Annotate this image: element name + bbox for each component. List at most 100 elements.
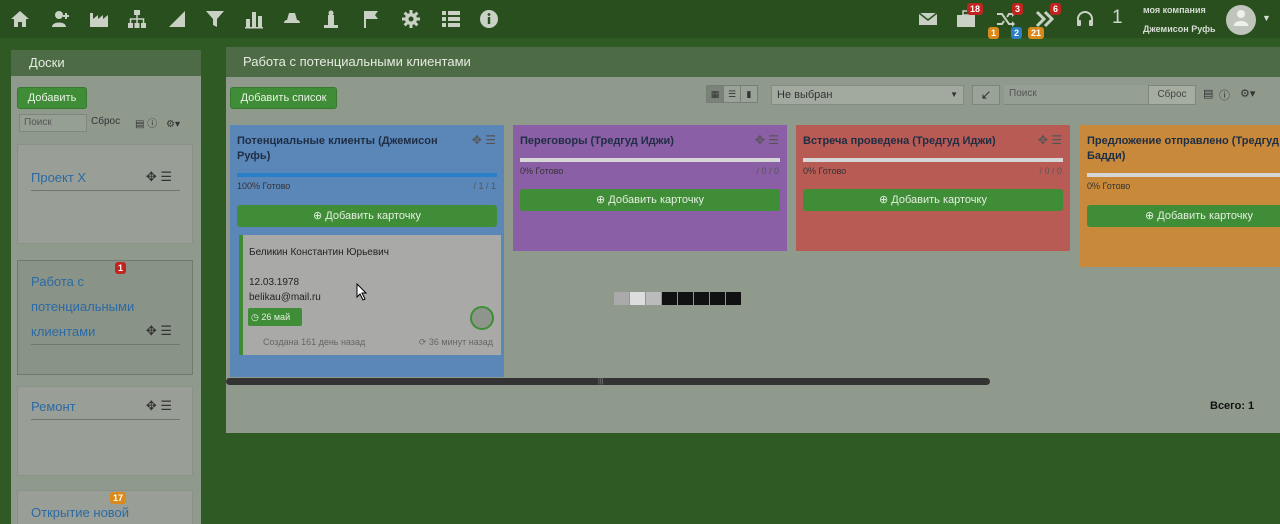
board-divider [31,419,180,420]
boards-panel-title: Доски [11,50,201,76]
refresh-icon: ⟳ [418,337,429,347]
sliders-icon[interactable]: ☰ [768,133,779,147]
briefcase-badge: 18 [967,3,984,15]
column-count: / 1 / 1 [473,181,496,191]
add-card-button[interactable]: ⊕ Добавить карточку [237,205,497,227]
boards-panel: Доски Добавить Поиск Сброс ▤ ⓘ ⚙▾ Проект… [11,50,201,524]
info-icon[interactable] [478,8,500,30]
boards-search-input[interactable]: Поиск [19,114,87,132]
board-name[interactable]: Открытие новой [31,500,129,524]
shuffle-sub-badge: 2 [1011,27,1023,39]
home-icon[interactable] [9,8,31,30]
kanban-column: Переговоры (Тредгуд Иджи) ✥ ☰ 0% Готово … [513,125,787,251]
forward-badge: 6 [1050,3,1062,15]
add-card-label: Добавить карточку [891,194,987,206]
board-divider [31,190,180,191]
board-title: Работа с потенциальными клиентами [226,47,1280,77]
add-card-button[interactable]: ⊕ Добавить карточку [520,189,780,211]
column-progress [237,173,497,177]
card-title[interactable]: Беликин Константин Юрьевич [249,247,389,258]
assignee-select[interactable]: Не выбран ▼ [771,85,964,105]
column-progress [803,158,1063,162]
user-menu-caret-icon[interactable]: ▼ [1262,13,1271,23]
users-icon[interactable] [50,8,72,30]
info-small-icon[interactable]: ⓘ [1219,87,1230,103]
kanban-card[interactable]: Беликин Константин Юрьевич 12.03.1978 be… [239,235,501,355]
add-card-button[interactable]: ⊕ Добавить карточку [803,189,1063,211]
add-list-button[interactable]: Добавить список [230,87,337,109]
card-email: belikau@mail.ru [249,292,321,303]
cards-reset-button[interactable]: Сброс [1148,85,1196,105]
column-progress-label: 0% Готово [1087,181,1131,191]
add-card-button[interactable]: ⊕ Добавить карточку [1087,205,1280,227]
board-item[interactable]: Ремонт ✥ ☰ [17,386,193,476]
board-controls: ✥ ☰ [146,169,172,185]
chart-view-icon[interactable]: ▮ [740,85,758,103]
chevron-down-icon: ▼ [950,90,958,99]
filter-icon[interactable] [204,8,226,30]
hat-icon[interactable] [281,8,303,30]
settings-dropdown-icon[interactable]: ⚙▾ [1240,87,1255,100]
card-assignee-avatar[interactable] [470,306,494,330]
collapse-arrow-button[interactable]: ↙ [972,85,1000,105]
board-name[interactable]: Проект Х [31,165,86,190]
org-structure-icon[interactable] [126,8,148,30]
move-icon[interactable]: ✥ [755,133,765,147]
card-created: Создана 161 день назад [263,337,366,347]
mail-icon[interactable] [917,8,939,30]
add-board-button[interactable]: Добавить [17,87,87,109]
board-item[interactable]: 17 Открытие новой [17,490,193,524]
mouse-cursor-icon [356,283,368,301]
board-item[interactable]: Проект Х ✥ ☰ [17,144,193,244]
factory-icon[interactable] [88,8,110,30]
signal-icon[interactable] [166,8,188,30]
board-name-line-3[interactable]: клиентами [31,319,95,344]
list-view-icon[interactable]: ☰ [723,85,741,103]
move-icon[interactable]: ✥ [146,323,157,338]
column-title[interactable]: Потенциальные клиенты (Джемисон Руфь) [237,134,447,164]
sliders-icon[interactable]: ☰ [160,323,172,338]
info-small-icon[interactable]: ⓘ [147,119,157,130]
column-progress [520,158,780,162]
gear-icon[interactable] [400,8,422,30]
sliders-icon[interactable]: ☰ [160,169,172,184]
board-controls: ✥ ☰ [146,323,172,339]
settings-dropdown-icon[interactable]: ⚙▾ [166,119,180,130]
move-icon[interactable]: ✥ [146,398,157,413]
column-progress-label: 0% Готово [803,166,847,176]
kanban-column: Предложение отправлено (Тредгуд Бадди) 0… [1080,125,1280,267]
board-name[interactable]: Ремонт [31,394,76,419]
column-title[interactable]: Предложение отправлено (Тредгуд Бадди) [1087,134,1280,164]
plus-circle-icon: ⊕ [596,194,609,206]
cards-search-input[interactable]: Поиск [1004,85,1148,105]
archive-icon[interactable]: ▤ [1203,87,1213,100]
chart-icon[interactable] [243,8,265,30]
move-icon[interactable]: ✥ [472,133,482,147]
grid-view-icon[interactable]: ▦ [706,85,724,103]
user-avatar[interactable] [1226,5,1256,35]
column-progress-fill [237,173,497,177]
boards-reset-button[interactable]: Сброс [91,116,120,127]
horizontal-scrollbar[interactable]: ||| [226,378,990,385]
sliders-icon[interactable]: ☰ [1051,133,1062,147]
board-name-line-1[interactable]: Работа с [31,269,84,294]
column-title[interactable]: Встреча проведена (Тредгуд Иджи) [803,134,1013,149]
card-due-badge[interactable]: ◷ 26 май [248,308,302,326]
column-controls: ✥ ☰ [472,133,496,147]
column-controls: ✥ ☰ [1038,133,1062,147]
move-icon[interactable]: ✥ [146,169,157,184]
scales-icon[interactable] [320,8,342,30]
board-name-line-2[interactable]: потенциальными [31,294,134,319]
board-item-active[interactable]: 1 Работа с потенциальными клиентами ✥ ☰ [17,260,193,375]
flag-icon[interactable] [360,8,382,30]
card-due-date: 26 май [261,312,291,322]
user-name[interactable]: Джемисон Руфь [1143,24,1216,34]
list-icon[interactable] [440,8,462,30]
board-controls: ✥ ☰ [146,398,172,414]
column-title[interactable]: Переговоры (Тредгуд Иджи) [520,134,730,149]
sliders-icon[interactable]: ☰ [485,133,496,147]
sliders-icon[interactable]: ☰ [160,398,172,413]
headset-icon[interactable] [1074,8,1096,30]
move-icon[interactable]: ✥ [1038,133,1048,147]
archive-icon[interactable]: ▤ [135,119,144,130]
